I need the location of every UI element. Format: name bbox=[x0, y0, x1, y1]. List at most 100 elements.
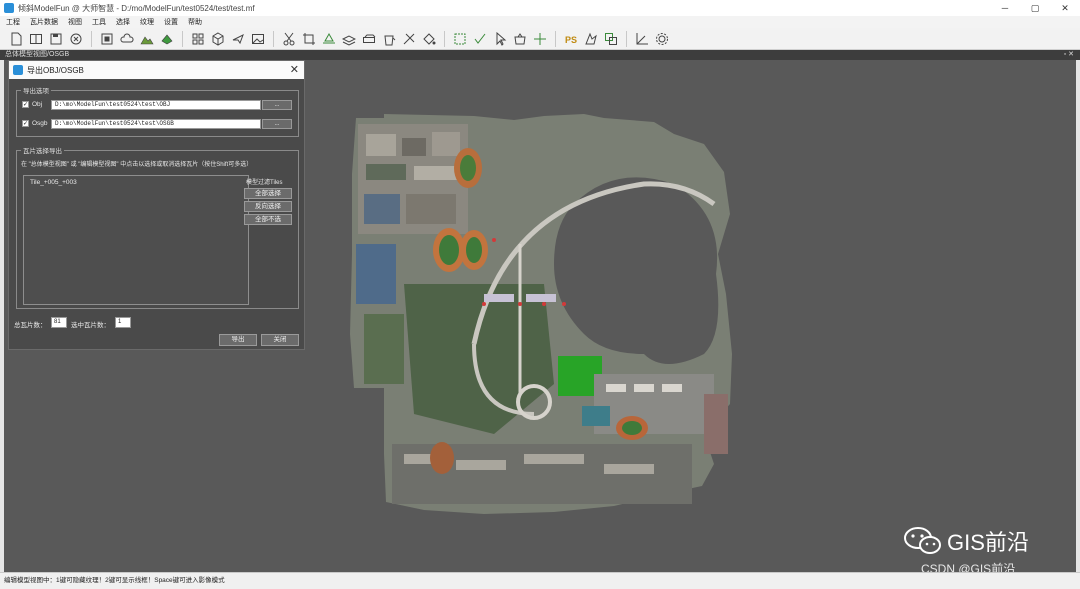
svg-text:PS: PS bbox=[565, 35, 577, 45]
cube-icon[interactable] bbox=[210, 31, 226, 47]
building bbox=[604, 464, 654, 474]
tile-hint: 在 "总体模型视图" 或 "编辑模型视图" 中点击以选择或取消选择瓦片（按住Sh… bbox=[21, 162, 253, 168]
cut-icon[interactable] bbox=[281, 31, 297, 47]
view-window-controls[interactable]: ▫ ✕ bbox=[1064, 50, 1074, 60]
new-file-icon[interactable] bbox=[8, 31, 24, 47]
blue-roof-building bbox=[364, 194, 400, 224]
menu-project[interactable]: 工程 bbox=[6, 17, 20, 27]
marker bbox=[542, 302, 546, 306]
axis-icon[interactable] bbox=[634, 31, 650, 47]
toolbar: PS bbox=[0, 28, 1080, 50]
image-icon[interactable] bbox=[250, 31, 266, 47]
building bbox=[366, 134, 396, 156]
obj-path-input[interactable]: D:\mo\ModelFun\test0524\test\OBJ bbox=[51, 100, 261, 110]
texture-edit-icon[interactable] bbox=[583, 31, 599, 47]
clip-icon[interactable] bbox=[401, 31, 417, 47]
export-dialog: 导出OBJ/OSGB ✕ 导出选项 ✓ Obj D:\mo\ModelFun\t… bbox=[8, 60, 305, 350]
cloud-icon[interactable] bbox=[119, 31, 135, 47]
cursor-icon[interactable] bbox=[492, 31, 508, 47]
fill-icon[interactable] bbox=[421, 31, 437, 47]
toolbar-separator bbox=[626, 30, 627, 47]
list-item[interactable]: Tile_+005_+003 bbox=[24, 176, 248, 186]
terrain-icon[interactable] bbox=[139, 31, 155, 47]
marker bbox=[562, 302, 566, 306]
flatten-icon[interactable] bbox=[321, 31, 337, 47]
obj-checkbox[interactable]: ✓ bbox=[22, 101, 29, 108]
select-all-button[interactable]: 全部选择 bbox=[244, 188, 292, 199]
texture-swap-icon[interactable] bbox=[603, 31, 619, 47]
obj-label: Obj bbox=[32, 101, 43, 108]
export-button[interactable]: 导出 bbox=[219, 334, 257, 346]
oblique-model-render[interactable] bbox=[344, 54, 734, 516]
close-window-button[interactable]: ✕ bbox=[1050, 0, 1080, 16]
bucket-icon[interactable] bbox=[381, 31, 397, 47]
close-project-icon[interactable] bbox=[68, 31, 84, 47]
building bbox=[606, 384, 626, 392]
open-book-icon[interactable] bbox=[28, 31, 44, 47]
toolbar-separator bbox=[91, 30, 92, 47]
slab-icon[interactable] bbox=[361, 31, 377, 47]
menu-tools[interactable]: 工具 bbox=[92, 17, 106, 27]
save-icon[interactable] bbox=[48, 31, 64, 47]
check-select-icon[interactable] bbox=[472, 31, 488, 47]
field bbox=[466, 237, 482, 263]
view-title: 总体模型视图/OSGB bbox=[5, 51, 70, 58]
export-options-legend: 导出选项 bbox=[23, 88, 49, 95]
field bbox=[439, 235, 459, 265]
menu-settings[interactable]: 设置 bbox=[164, 17, 178, 27]
osgb-checkbox[interactable]: ✓ bbox=[22, 120, 29, 127]
obj-browse-button[interactable]: ... bbox=[262, 100, 292, 110]
menu-bar: 工程 瓦片数据 视图 工具 选择 纹理 设置 帮助 bbox=[0, 16, 1080, 28]
photoshop-icon[interactable]: PS bbox=[563, 31, 579, 47]
building bbox=[634, 384, 654, 392]
basket-icon[interactable] bbox=[512, 31, 528, 47]
status-bar: 编辑模型视图中：1键可隐藏纹理！2键可显示线框！Space键可进入影像模式 bbox=[0, 572, 1080, 589]
toolbar-separator bbox=[182, 30, 183, 47]
dialog-title: 导出OBJ/OSGB bbox=[27, 65, 84, 75]
building bbox=[406, 194, 456, 224]
select-none-button[interactable]: 全部不选 bbox=[244, 214, 292, 225]
dialog-close-button[interactable]: ✕ bbox=[290, 63, 299, 76]
pool bbox=[582, 406, 610, 426]
gear-icon[interactable] bbox=[654, 31, 670, 47]
close-dialog-button[interactable]: 关闭 bbox=[261, 334, 299, 346]
menu-texture[interactable]: 纹理 bbox=[140, 17, 154, 27]
menu-tile-data[interactable]: 瓦片数据 bbox=[30, 17, 58, 27]
field bbox=[622, 421, 642, 435]
osgb-browse-button[interactable]: ... bbox=[262, 119, 292, 129]
watermark-brand: GIS前沿 bbox=[947, 530, 1029, 555]
building bbox=[524, 454, 584, 464]
urban-block bbox=[594, 374, 714, 434]
running-track bbox=[430, 442, 454, 474]
marker bbox=[518, 302, 522, 306]
toolbar-separator bbox=[555, 30, 556, 47]
green-area bbox=[364, 314, 404, 384]
menu-view[interactable]: 视图 bbox=[68, 17, 82, 27]
building bbox=[526, 294, 556, 302]
wechat-watermark: GIS前沿 bbox=[903, 525, 1029, 557]
dialog-title-bar: 导出OBJ/OSGB ✕ bbox=[9, 61, 304, 79]
invert-selection-button[interactable]: 反向选择 bbox=[244, 201, 292, 212]
move-icon[interactable] bbox=[532, 31, 548, 47]
grid-icon[interactable] bbox=[190, 31, 206, 47]
stop-icon[interactable] bbox=[99, 31, 115, 47]
menu-select[interactable]: 选择 bbox=[116, 17, 130, 27]
osgb-option: ✓ Osgb bbox=[22, 120, 48, 127]
app-icon bbox=[4, 3, 14, 13]
select-rect-icon[interactable] bbox=[452, 31, 468, 47]
layer-icon[interactable] bbox=[341, 31, 357, 47]
selected-tiles-label: 选中瓦片数： bbox=[71, 322, 110, 329]
building bbox=[662, 384, 682, 392]
building bbox=[402, 138, 426, 156]
maximize-button[interactable]: ▢ bbox=[1020, 0, 1050, 16]
marker bbox=[482, 302, 486, 306]
plane-icon[interactable] bbox=[230, 31, 246, 47]
total-tiles-field: 81 bbox=[51, 317, 67, 328]
model-color-icon[interactable] bbox=[159, 31, 175, 47]
minimize-button[interactable]: ─ bbox=[990, 0, 1020, 16]
tile-list[interactable]: Tile_+005_+003 bbox=[23, 175, 249, 305]
blue-roof-building bbox=[356, 244, 396, 304]
osgb-path-input[interactable]: D:\mo\ModelFun\test0524\test\OSGB bbox=[51, 119, 261, 129]
menu-help[interactable]: 帮助 bbox=[188, 17, 202, 27]
crop-icon[interactable] bbox=[301, 31, 317, 47]
